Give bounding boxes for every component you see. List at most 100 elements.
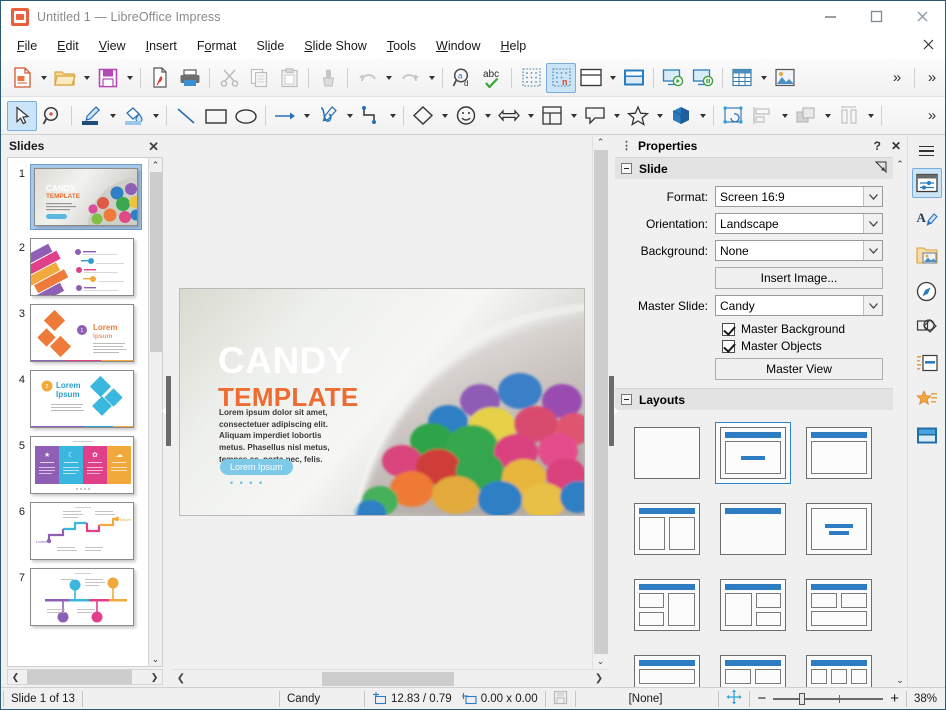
layout-two-top-one-bottom[interactable]	[801, 574, 877, 636]
master-slide-icon[interactable]	[576, 63, 606, 93]
connector-icon[interactable]	[356, 101, 386, 131]
undo-arrow-icon[interactable]	[352, 63, 382, 93]
slide-title-block[interactable]: CANDY TEMPLATE	[218, 343, 359, 412]
scroll-track[interactable]	[594, 150, 608, 654]
save-status-icon[interactable]	[553, 690, 568, 708]
printer-icon[interactable]	[175, 63, 205, 93]
image-icon[interactable]	[770, 63, 800, 93]
splitter-grip[interactable]	[609, 376, 614, 446]
scroll-down-icon[interactable]: ⌄	[893, 673, 907, 687]
toolbar-overflow-button[interactable]: »	[884, 63, 910, 93]
fill-color-bucket-icon[interactable]	[119, 101, 149, 131]
right-splitter[interactable]	[608, 135, 615, 687]
block-arrows-dropdown-icon[interactable]	[524, 101, 537, 131]
checkbox-box[interactable]	[722, 340, 735, 353]
left-splitter[interactable]	[165, 135, 172, 687]
list-item[interactable]: 2	[8, 232, 148, 298]
zoom-out-button[interactable]: −	[757, 691, 766, 706]
chevron-down-icon[interactable]	[863, 187, 882, 206]
3d-objects-dropdown-icon[interactable]	[696, 101, 709, 131]
callout-bubble-icon[interactable]	[580, 101, 610, 131]
menu-edit[interactable]: Edit	[47, 36, 89, 56]
scroll-down-icon[interactable]: ⌄	[149, 652, 163, 666]
line-icon[interactable]	[171, 101, 201, 131]
drawing-toolbar-overflow-button[interactable]: »	[919, 101, 945, 131]
slide-layout-icon[interactable]	[619, 63, 649, 93]
orientation-combo[interactable]: Landscape	[715, 213, 883, 234]
symbol-shapes-dropdown-icon[interactable]	[481, 101, 494, 131]
sidebar-tab-slide-transition[interactable]	[912, 420, 942, 450]
scroll-thumb[interactable]	[594, 150, 608, 654]
format-combo[interactable]: Screen 16:9	[715, 186, 883, 207]
display-views-dropdown-icon[interactable]	[606, 63, 619, 93]
table-icon[interactable]	[727, 63, 757, 93]
zigzag-timeline-slide-thumb[interactable]: Lorem Ipsum	[30, 502, 134, 560]
stars-dropdown-icon[interactable]	[653, 101, 666, 131]
scroll-thumb[interactable]	[322, 672, 454, 686]
star-icon[interactable]	[623, 101, 653, 131]
scroll-right-icon[interactable]: ❯	[590, 673, 608, 684]
list-item[interactable]: 6	[8, 496, 148, 562]
open-folder-icon[interactable]	[50, 63, 80, 93]
background-combo[interactable]: None	[715, 240, 883, 261]
scroll-up-icon[interactable]: ⌃	[149, 158, 163, 172]
spelling-abc-check-icon[interactable]: abc	[477, 63, 507, 93]
sidebar-tab-gallery[interactable]	[912, 240, 942, 270]
zoom-in-button[interactable]: +	[890, 691, 899, 706]
paste-clipboard-icon[interactable]	[274, 63, 304, 93]
scroll-left-icon[interactable]: ❮	[8, 672, 23, 683]
paintbrush-icon[interactable]	[313, 63, 343, 93]
list-item[interactable]: 4 2 Lorem Ipsum	[8, 364, 148, 430]
find-replace-icon[interactable]: ad	[447, 63, 477, 93]
splitter-grip[interactable]	[166, 376, 171, 446]
scroll-right-icon[interactable]: ❯	[147, 672, 162, 683]
layout-three-rows[interactable]	[629, 650, 705, 687]
scroll-thumb[interactable]	[27, 670, 132, 684]
circles-timeline-slide-thumb[interactable]	[30, 568, 134, 626]
deck-close-icon[interactable]: ✕	[891, 139, 901, 153]
layout-two-content-left-split[interactable]	[629, 574, 705, 636]
deck-help-icon[interactable]: ?	[874, 139, 881, 153]
scroll-track[interactable]	[190, 671, 590, 687]
layout-title-only[interactable]	[715, 498, 791, 560]
layout-four-content[interactable]	[715, 650, 791, 687]
menu-insert[interactable]: Insert	[136, 36, 187, 56]
lines-arrows-dropdown-icon[interactable]	[300, 101, 313, 131]
block-arrow-icon[interactable]	[494, 101, 524, 131]
flowchart-icon[interactable]	[537, 101, 567, 131]
undo-dropdown-icon[interactable]	[382, 63, 395, 93]
minimize-button[interactable]	[807, 1, 853, 33]
layout-title-content-box[interactable]	[801, 422, 877, 484]
menu-format[interactable]: Format	[187, 36, 247, 56]
scroll-track[interactable]	[894, 171, 906, 673]
orange-diamonds-slide-thumb[interactable]: 1 Lorem Ipsum	[30, 304, 134, 362]
redo-dropdown-icon[interactable]	[425, 63, 438, 93]
zoom-track[interactable]	[773, 698, 883, 700]
scissors-icon[interactable]	[214, 63, 244, 93]
scroll-thumb[interactable]	[150, 172, 162, 352]
master-slide-combo[interactable]: Candy	[715, 295, 883, 316]
layout-six-content[interactable]	[801, 650, 877, 687]
canvas-vertical-scrollbar[interactable]: ⌃ ⌄	[592, 135, 608, 669]
rectangle-icon[interactable]	[201, 101, 231, 131]
sidebar-tab-master-slides[interactable]	[912, 348, 942, 378]
list-item[interactable]: 5 ★☾ ✿☁	[8, 430, 148, 496]
canvas-horizontal-scrollbar[interactable]: ❮ ❯	[172, 669, 608, 687]
four-column-cards-slide-thumb[interactable]: ★☾ ✿☁	[30, 436, 134, 494]
present-pause-icon[interactable]	[688, 63, 718, 93]
present-play-icon[interactable]	[658, 63, 688, 93]
layouts-panel-header[interactable]: Layouts	[615, 388, 893, 410]
fill-color-dropdown-icon[interactable]	[149, 101, 162, 131]
ellipse-icon[interactable]	[231, 101, 261, 131]
checkbox-box[interactable]	[722, 323, 735, 336]
chevron-down-icon[interactable]	[863, 296, 882, 315]
colored-bars-slide-thumb[interactable]	[30, 238, 134, 296]
basic-shapes-dropdown-icon[interactable]	[438, 101, 451, 131]
sidebar-tab-navigator[interactable]	[912, 276, 942, 306]
slide-cta-button[interactable]: Lorem Ipsum	[220, 459, 293, 475]
list-item[interactable]: 7	[8, 562, 148, 628]
align-dropdown-icon[interactable]	[778, 101, 791, 131]
close-button[interactable]	[899, 1, 945, 33]
slides-horizontal-scrollbar[interactable]: ❮ ❯	[7, 669, 163, 685]
arrange-objects-icon[interactable]	[791, 101, 821, 131]
